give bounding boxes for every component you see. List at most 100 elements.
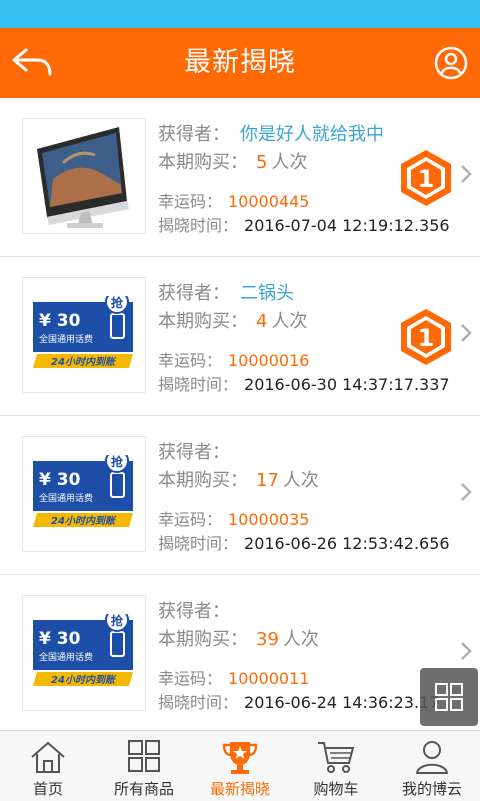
purchase-count: 5 (256, 152, 268, 173)
tab-my-account[interactable]: 我的博云 (384, 731, 480, 801)
product-thumbnail: ¥ 30 全国通用话费 抢 24小时内到账 (22, 277, 146, 393)
reveal-time-value: 2016-06-30 14:37:17.337 (244, 375, 450, 394)
purchase-label: 本期购买： (158, 311, 248, 332)
list-item[interactable]: ¥ 30 全国通用话费 抢 24小时内到账 获得者： 二锅头 本期购买： 4 人次 幸… (0, 257, 480, 416)
lucky-code-value: 10000445 (228, 192, 310, 211)
winner-row: 获得者： 你是好人就给我中 (158, 120, 384, 146)
purchase-row: 本期购买： 17 人次 (158, 466, 319, 492)
page-title: 最新揭晓 (184, 47, 296, 78)
chevron-right-icon (461, 165, 472, 183)
winner-label: 获得者： (158, 601, 230, 622)
badge-placeholder (400, 468, 444, 522)
winner-label: 获得者： (158, 124, 230, 145)
reveal-time-row: 揭晓时间： 2016-06-26 12:53:42.656 (158, 530, 450, 554)
purchase-count: 39 (256, 629, 279, 650)
reveal-time-label: 揭晓时间： (158, 375, 239, 394)
user-icon[interactable] (434, 46, 468, 80)
tab-cart[interactable]: 购物车 (288, 731, 384, 801)
purchase-unit: 人次 (282, 470, 319, 491)
reveal-time-value: 2016-06-24 14:36:23.17 (244, 693, 440, 712)
product-thumbnail: ¥ 30 全国通用话费 抢 24小时内到账 (22, 595, 146, 711)
floating-grid-button[interactable] (420, 668, 478, 726)
card-slogan: 24小时内到账 (51, 674, 117, 686)
imac-image (37, 127, 129, 228)
product-thumbnail (22, 118, 146, 234)
reveal-time-label: 揭晓时间： (158, 693, 239, 712)
tab-latest-results[interactable]: 最新揭晓 (192, 731, 288, 801)
card-slogan: 24小时内到账 (51, 515, 117, 527)
list-item[interactable]: ¥ 30 全国通用话费 抢 24小时内到账 获得者： 本期购买： 39 人次 幸运码… (0, 575, 480, 730)
card-amount: ¥ 30 (39, 470, 81, 490)
purchase-unit: 人次 (271, 152, 308, 173)
reveal-time-row: 揭晓时间： 2016-06-24 14:36:23.17 (158, 689, 439, 713)
tab-label: 最新揭晓 (209, 780, 270, 798)
grid-icon (128, 740, 160, 772)
lucky-code-row: 幸运码： 10000016 (158, 347, 309, 371)
tab-label: 首页 (32, 780, 63, 798)
winner-name[interactable]: 你是好人就给我中 (240, 124, 384, 145)
winner-row: 获得者： (158, 438, 240, 464)
bottom-tab-bar: 首页 所有商品 最新揭晓 购物车 我的博云 (0, 730, 480, 801)
hexagon-badge-icon: 1 (401, 150, 451, 206)
grid-icon (435, 683, 463, 711)
purchase-row: 本期购买： 4 人次 (158, 307, 307, 333)
card-desc: 全国通用话费 (39, 492, 93, 504)
lucky-code-label: 幸运码： (158, 351, 223, 370)
purchase-label: 本期购买： (158, 152, 248, 173)
phone-card-image: ¥ 30 全国通用话费 抢 24小时内到账 (33, 296, 133, 368)
purchase-row: 本期购买： 39 人次 (158, 625, 319, 651)
chevron-right-icon (461, 483, 472, 501)
winner-label: 获得者： (158, 442, 230, 463)
tab-label: 我的博云 (401, 780, 462, 798)
phone-card-image: ¥ 30 全国通用话费 抢 24小时内到账 (33, 455, 133, 527)
list-item[interactable]: 获得者： 你是好人就给我中 本期购买： 5 人次 幸运码： 10000445 揭晓时间：… (0, 98, 480, 257)
card-desc: 全国通用话费 (39, 333, 93, 345)
reveal-time-label: 揭晓时间： (158, 216, 239, 235)
purchase-label: 本期购买： (158, 629, 248, 650)
lucky-code-label: 幸运码： (158, 510, 223, 529)
lucky-code-label: 幸运码： (158, 669, 223, 688)
purchase-unit: 人次 (282, 629, 319, 650)
card-slogan: 24小时内到账 (51, 356, 117, 368)
badge-number: 1 (418, 165, 435, 193)
chevron-right-icon (461, 642, 472, 660)
tab-home[interactable]: 首页 (0, 731, 96, 801)
tab-label: 购物车 (313, 780, 359, 798)
card-grab: 抢 (111, 614, 124, 628)
reveal-time-value: 2016-07-04 12:19:12.356 (244, 216, 450, 235)
reveal-time-value: 2016-06-26 12:53:42.656 (244, 534, 450, 553)
reveal-time-label: 揭晓时间： (158, 534, 239, 553)
lucky-code-row: 幸运码： 10000035 (158, 506, 309, 530)
lucky-code-value: 10000035 (228, 510, 310, 529)
product-thumbnail: ¥ 30 全国通用话费 抢 24小时内到账 (22, 436, 146, 552)
status-bar (0, 0, 480, 28)
card-amount: ¥ 30 (39, 311, 81, 331)
winner-row: 获得者： 二锅头 (158, 279, 294, 305)
winner-name[interactable]: 二锅头 (240, 283, 294, 304)
card-desc: 全国通用话费 (39, 651, 93, 663)
purchase-unit: 人次 (271, 311, 308, 332)
user-icon (415, 741, 449, 774)
purchase-label: 本期购买： (158, 470, 248, 491)
lucky-code-row: 幸运码： 10000011 (158, 665, 309, 689)
badge-number: 1 (418, 324, 435, 352)
home-icon (31, 741, 65, 773)
results-list: 获得者： 你是好人就给我中 本期购买： 5 人次 幸运码： 10000445 揭晓时间：… (0, 98, 480, 730)
lucky-code-label: 幸运码： (158, 192, 223, 211)
purchase-count: 4 (256, 311, 268, 332)
list-item[interactable]: ¥ 30 全国通用话费 抢 24小时内到账 获得者： 本期购买： 17 人次 幸运码… (0, 416, 480, 575)
chevron-right-icon (461, 324, 472, 342)
lucky-code-value: 10000016 (228, 351, 310, 370)
hexagon-badge-icon: 1 (401, 309, 451, 365)
purchase-row: 本期购买： 5 人次 (158, 148, 307, 174)
purchase-count: 17 (256, 470, 279, 491)
phone-card-image: ¥ 30 全国通用话费 抢 24小时内到账 (33, 614, 133, 686)
card-grab: 抢 (111, 455, 124, 469)
trophy-icon (222, 742, 258, 774)
winner-label: 获得者： (158, 283, 230, 304)
app-header: 最新揭晓 (0, 28, 480, 98)
reveal-time-row: 揭晓时间： 2016-06-30 14:37:17.337 (158, 371, 450, 395)
tab-label: 所有商品 (113, 780, 174, 798)
reveal-time-row: 揭晓时间： 2016-07-04 12:19:12.356 (158, 212, 450, 236)
tab-all-products[interactable]: 所有商品 (96, 731, 192, 801)
